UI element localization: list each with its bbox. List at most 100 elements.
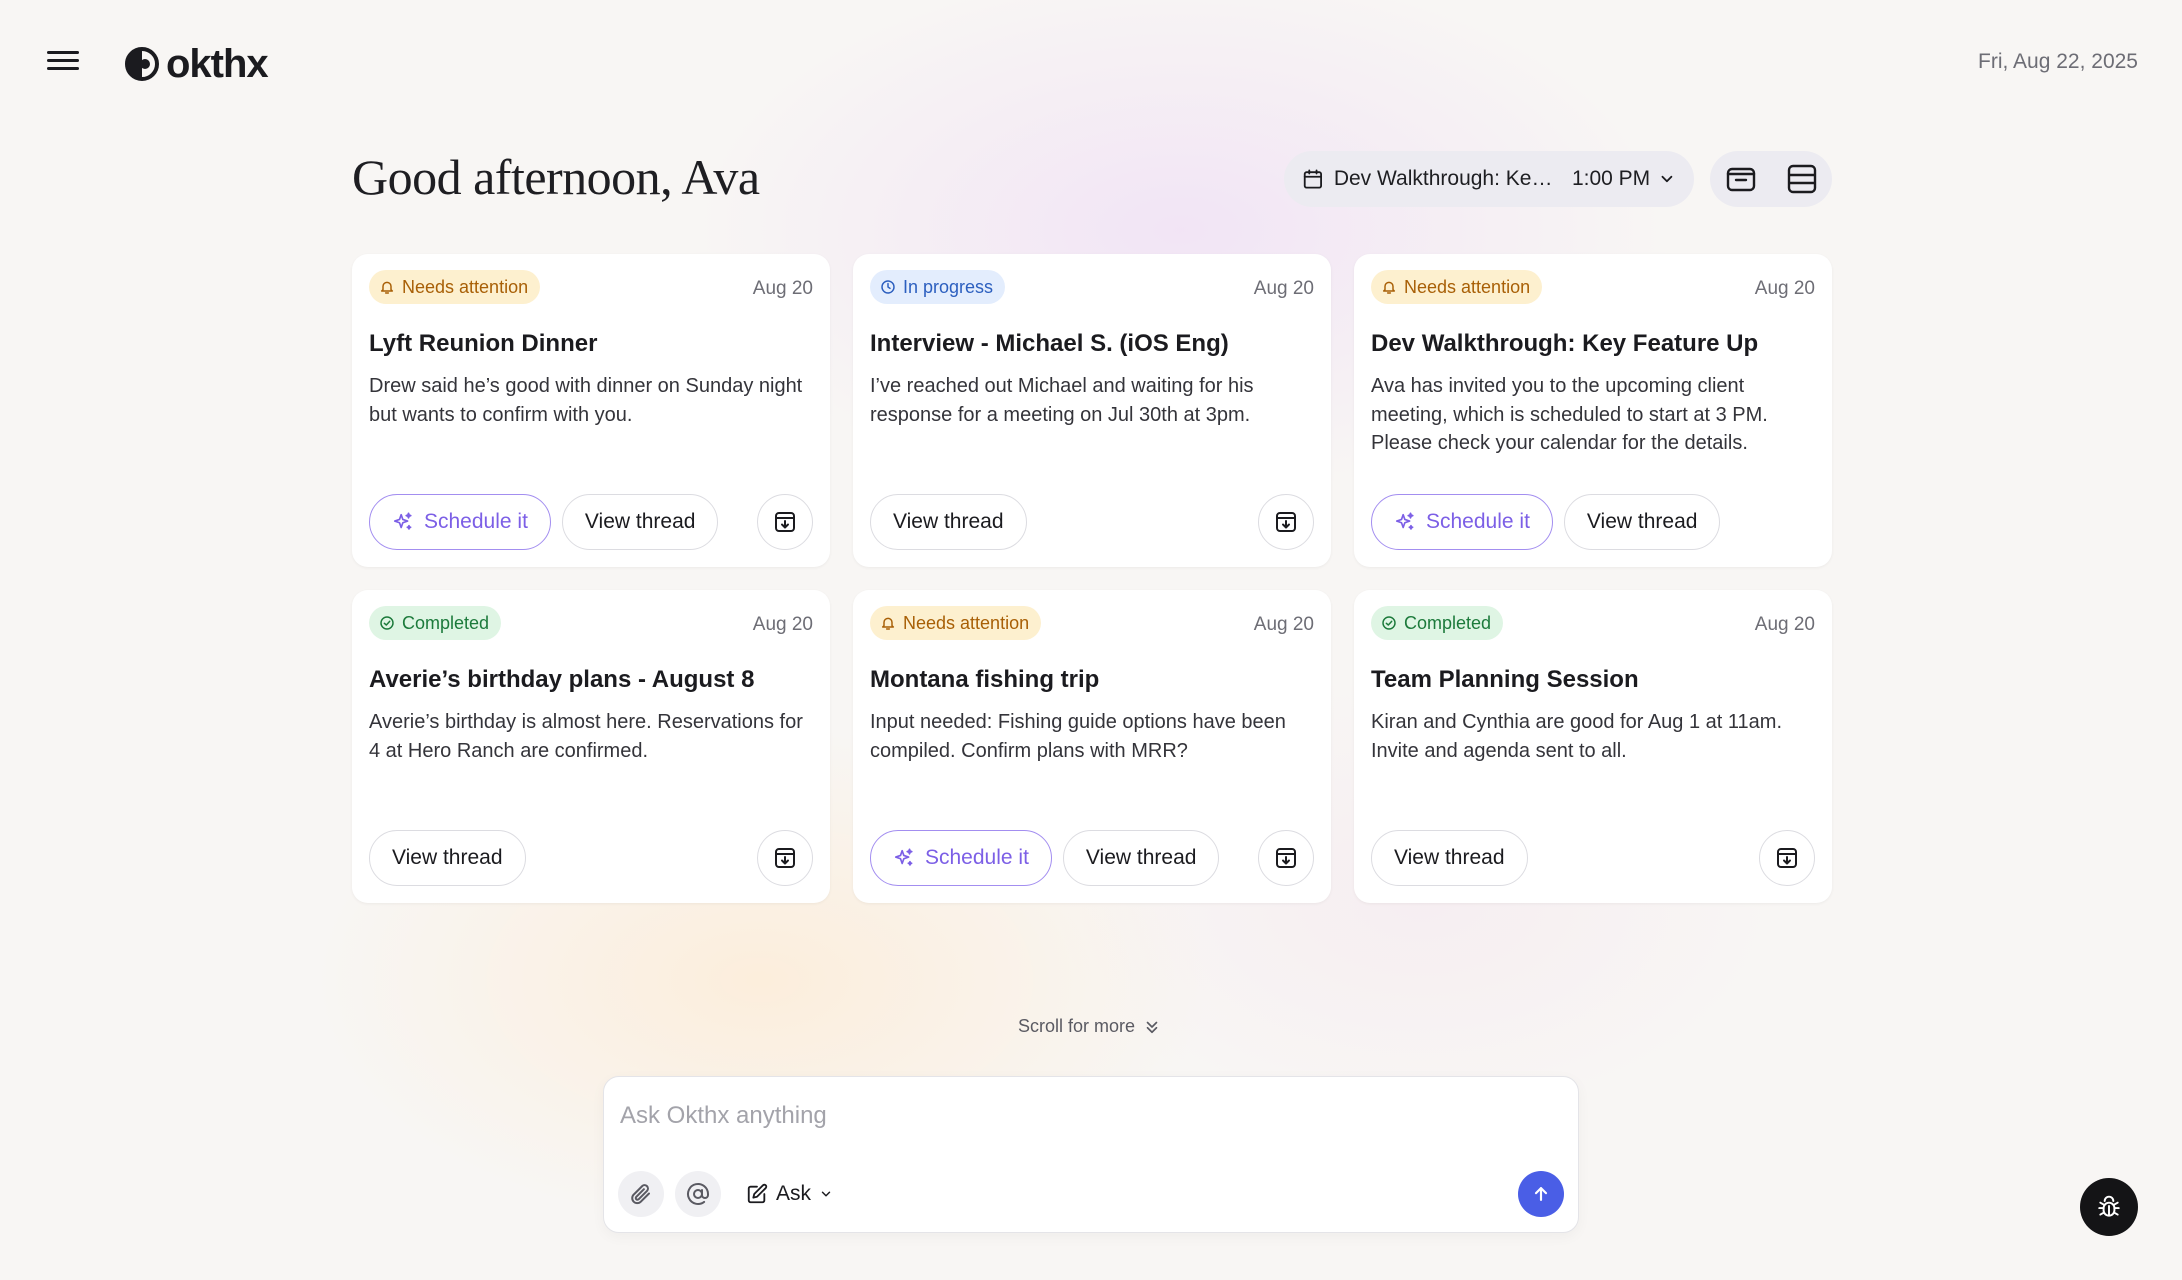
task-card: Completed Aug 20 Team Planning Session K… <box>1354 590 1832 903</box>
card-actions: View thread <box>1371 830 1528 886</box>
archive-icon <box>1777 848 1797 868</box>
archive-button[interactable] <box>757 494 813 550</box>
view-thread-label: View thread <box>584 510 696 533</box>
card-title: Interview - Michael S. (iOS Eng) <box>870 330 1229 357</box>
send-button[interactable] <box>1518 1171 1564 1217</box>
view-thread-button[interactable]: View thread <box>1563 494 1721 550</box>
card-description: Input needed: Fishing guide options have… <box>870 711 1286 762</box>
card-title: Dev Walkthrough: Key Feature Up <box>1371 330 1759 357</box>
card-description: Averie’s birthday is almost here. Reserv… <box>369 711 803 762</box>
event-title: Dev Walkthrough: Key... <box>1333 167 1556 190</box>
okthx-logo-icon <box>125 47 159 81</box>
hamburger-icon-line <box>47 67 79 70</box>
card-actions: Schedule it View thread <box>870 830 1220 886</box>
status-badge: Needs attention <box>369 270 541 304</box>
view-thread-button[interactable]: View thread <box>1062 830 1220 886</box>
schedule-it-button[interactable]: Schedule it <box>870 830 1052 886</box>
card-date: Aug 20 <box>752 278 813 299</box>
archive-button[interactable] <box>1759 830 1815 886</box>
status-label: In progress <box>903 276 994 297</box>
at-sign-icon <box>687 1182 709 1205</box>
bell-icon <box>881 617 895 630</box>
task-card: Completed Aug 20 Averie’s birthday plans… <box>352 590 830 903</box>
status-badge: Completed <box>369 606 502 640</box>
task-card-grid: Needs attention Aug 20 Lyft Reunion Dinn… <box>352 254 1832 903</box>
card-actions: Schedule it View thread <box>1371 494 1721 550</box>
status-badge: Completed <box>1371 606 1504 640</box>
view-toggle <box>1710 151 1832 207</box>
bug-icon <box>2098 1195 2120 1217</box>
status-label: Completed <box>402 612 490 633</box>
schedule-it-label: Schedule it <box>925 846 1029 869</box>
schedule-it-button[interactable]: Schedule it <box>1371 494 1553 550</box>
card-description: Ava has invited you to the upcoming clie… <box>1371 375 1768 454</box>
top-bar: okthx Fri, Aug 22, 2025 <box>0 0 2182 128</box>
card-date: Aug 20 <box>1754 614 1815 635</box>
hamburger-icon-line <box>47 59 79 62</box>
view-thread-button[interactable]: View thread <box>561 494 719 550</box>
sparkle-icon <box>894 848 913 866</box>
card-description: Drew said he’s good with dinner on Sunda… <box>369 375 803 426</box>
scroll-for-more[interactable]: Scroll for more <box>1018 1016 1161 1037</box>
card-view-button[interactable] <box>1719 157 1763 201</box>
view-thread-label: View thread <box>392 846 503 869</box>
status-label: Needs attention <box>903 612 1030 633</box>
check-circle-icon <box>380 616 394 630</box>
archive-icon <box>1276 848 1296 868</box>
card-actions: Schedule it View thread <box>369 494 719 550</box>
task-card: Needs attention Aug 20 Lyft Reunion Dinn… <box>352 254 830 567</box>
status-label: Needs attention <box>402 276 529 297</box>
list-view-button[interactable] <box>1780 157 1824 201</box>
chevron-down-icon <box>1661 175 1673 183</box>
status-badge: Needs attention <box>870 606 1042 640</box>
view-thread-label: View thread <box>893 510 1004 533</box>
attach-button[interactable] <box>618 1171 664 1217</box>
current-date: Fri, Aug 22, 2025 <box>1978 50 2138 73</box>
pencil-square-icon <box>747 1183 768 1204</box>
status-label: Completed <box>1404 612 1492 633</box>
list-view-icon <box>1787 164 1816 194</box>
card-date: Aug 20 <box>1754 278 1815 299</box>
card-title: Averie’s birthday plans - August 8 <box>369 666 755 693</box>
chevrons-down-icon <box>1146 1021 1158 1033</box>
greeting-heading: Good afternoon, Ava <box>352 149 760 205</box>
check-circle-icon <box>1382 616 1396 630</box>
view-thread-button[interactable]: View thread <box>870 494 1027 550</box>
card-date: Aug 20 <box>1253 614 1314 635</box>
menu-button[interactable] <box>44 46 82 82</box>
card-title: Team Planning Session <box>1371 666 1639 693</box>
sparkle-icon <box>1395 512 1414 530</box>
paperclip-icon <box>631 1184 650 1205</box>
clock-icon <box>881 280 895 294</box>
archive-icon <box>1276 512 1296 532</box>
mode-label: Ask <box>776 1182 812 1205</box>
mode-selector[interactable]: Ask <box>746 1173 833 1215</box>
card-view-icon <box>1726 167 1755 192</box>
upcoming-event-selector[interactable]: Dev Walkthrough: Key... 1:00 PM <box>1284 151 1694 207</box>
schedule-it-label: Schedule it <box>1426 510 1530 533</box>
card-description: Kiran and Cynthia are good for Aug 1 at … <box>1371 711 1783 762</box>
schedule-it-button[interactable]: Schedule it <box>369 494 551 550</box>
ask-input[interactable] <box>618 1101 1522 1131</box>
archive-button[interactable] <box>1258 494 1314 550</box>
bell-icon <box>1382 281 1396 294</box>
card-date: Aug 20 <box>752 614 813 635</box>
mention-button[interactable] <box>675 1171 721 1217</box>
view-thread-button[interactable]: View thread <box>1371 830 1528 886</box>
chevron-down-icon <box>821 1191 831 1197</box>
card-title: Montana fishing trip <box>870 666 1100 693</box>
card-title: Lyft Reunion Dinner <box>369 330 598 357</box>
task-card: In progress Aug 20 Interview - Michael S… <box>853 254 1331 567</box>
archive-button[interactable] <box>1258 830 1314 886</box>
task-card: Needs attention Aug 20 Dev Walkthrough: … <box>1354 254 1832 567</box>
view-thread-button[interactable]: View thread <box>369 830 526 886</box>
view-thread-label: View thread <box>1394 846 1505 869</box>
bell-icon <box>380 281 394 294</box>
card-date: Aug 20 <box>1253 278 1314 299</box>
app-logo[interactable]: okthx <box>124 40 269 88</box>
report-bug-button[interactable] <box>2080 1178 2138 1236</box>
archive-button[interactable] <box>757 830 813 886</box>
task-card: Needs attention Aug 20 Montana fishing t… <box>853 590 1331 903</box>
card-description: I’ve reached out Michael and waiting for… <box>870 375 1254 426</box>
sparkle-icon <box>393 512 412 530</box>
